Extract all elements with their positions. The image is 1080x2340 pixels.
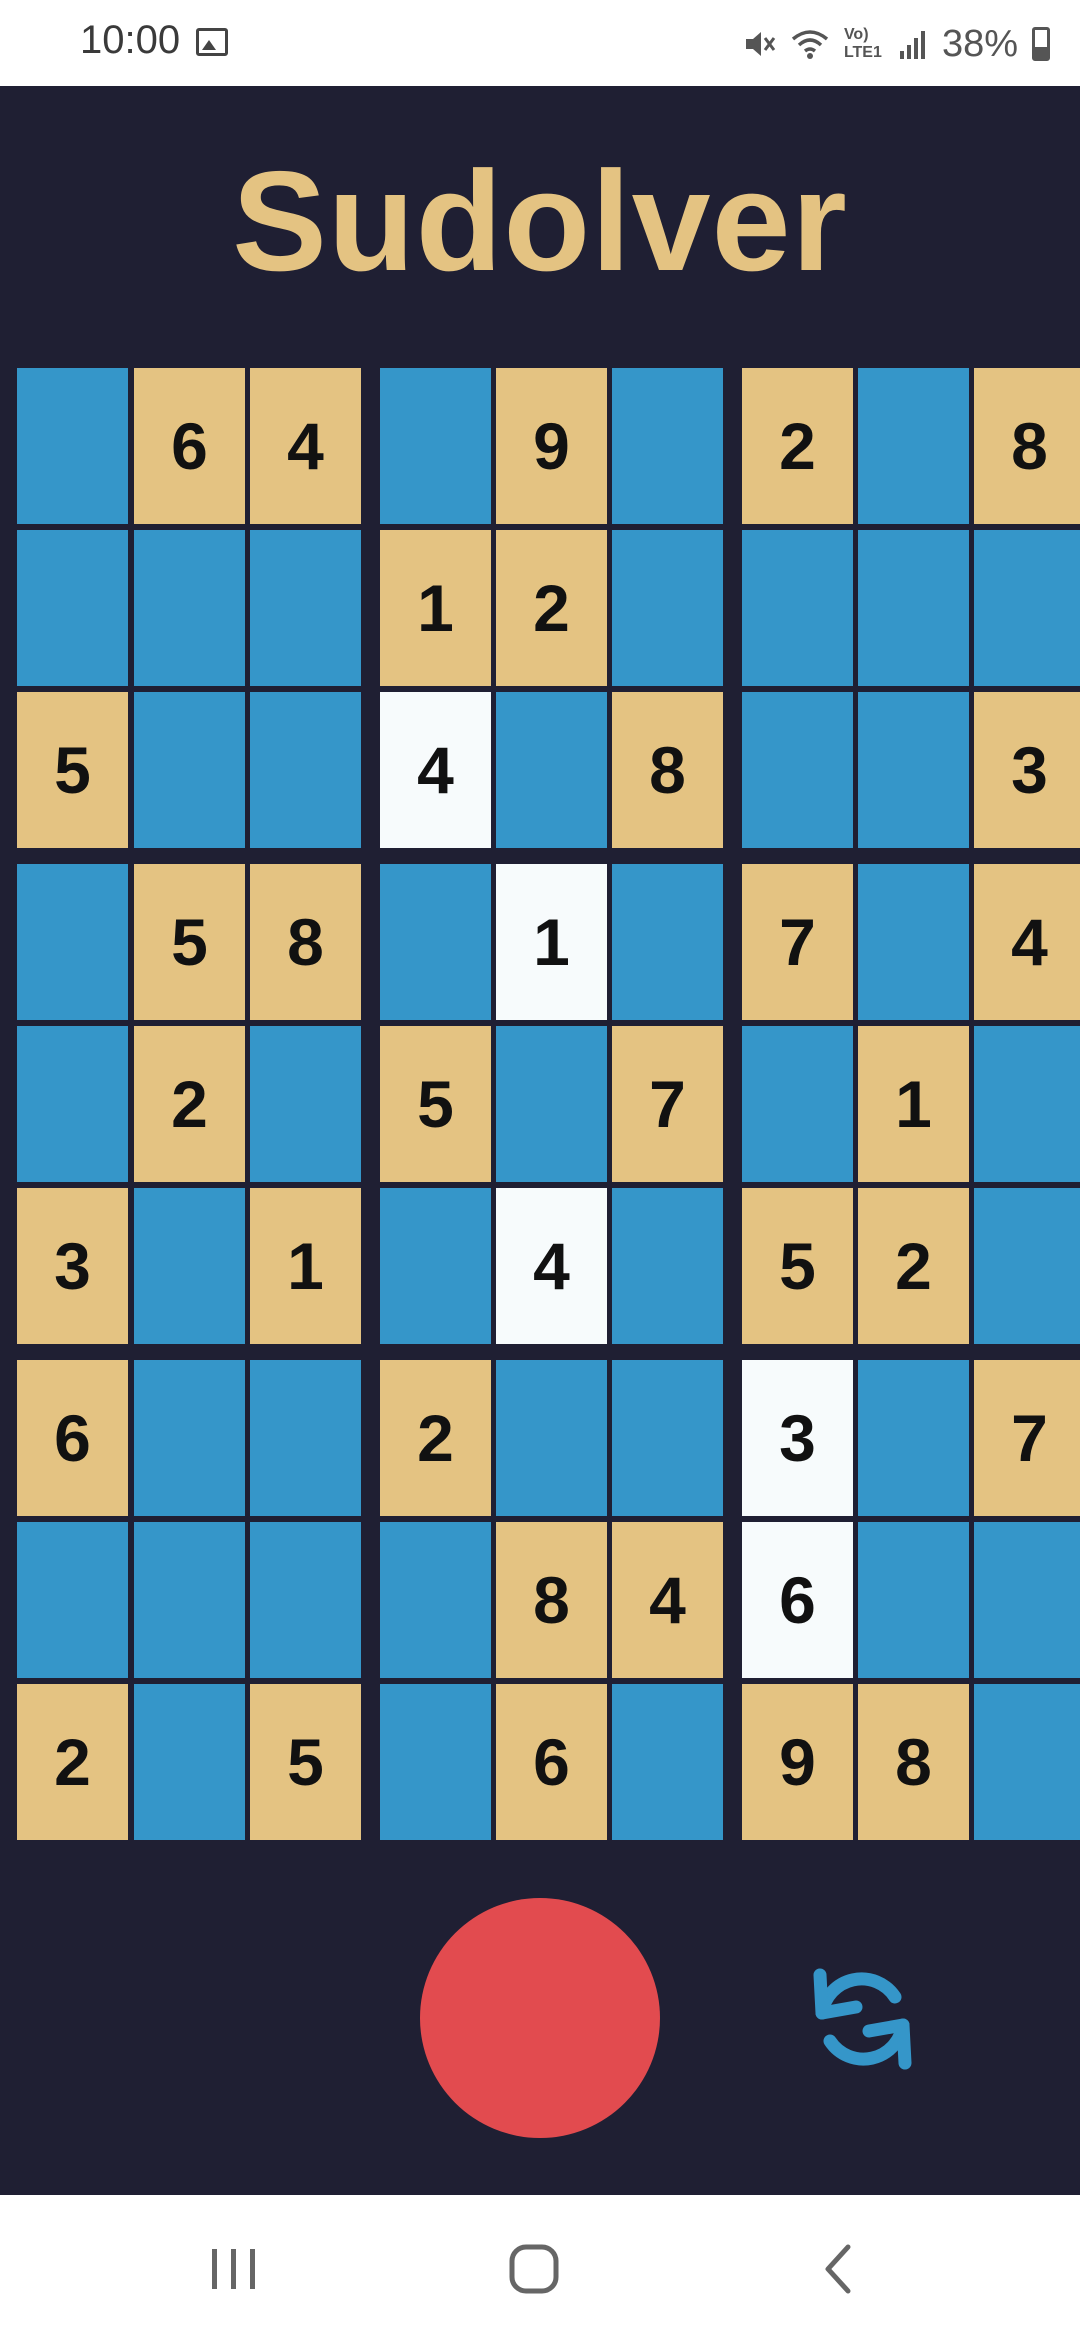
sudoku-cell[interactable] xyxy=(496,1360,607,1516)
sudoku-cell[interactable]: 2 xyxy=(17,1684,128,1840)
sudoku-cell[interactable] xyxy=(496,1026,607,1182)
sudoku-cell[interactable]: 8 xyxy=(496,1522,607,1678)
sudoku-cell[interactable]: 8 xyxy=(858,1684,969,1840)
sudoku-cell[interactable]: 6 xyxy=(496,1684,607,1840)
sudoku-cell[interactable] xyxy=(858,692,969,848)
sudoku-cell[interactable] xyxy=(858,368,969,524)
sudoku-cell[interactable] xyxy=(742,530,853,686)
sudoku-cell[interactable] xyxy=(380,1522,491,1678)
sudoku-cell[interactable]: 2 xyxy=(858,1188,969,1344)
sudoku-cell[interactable]: 2 xyxy=(742,368,853,524)
sudoku-cell[interactable]: 7 xyxy=(742,864,853,1020)
sudoku-cell[interactable] xyxy=(974,1684,1080,1840)
home-button[interactable] xyxy=(496,2235,576,2305)
sudoku-cell[interactable] xyxy=(742,1026,853,1182)
sudoku-cell[interactable] xyxy=(858,1522,969,1678)
sudoku-cell[interactable]: 5 xyxy=(250,1684,361,1840)
sudoku-cell[interactable]: 5 xyxy=(742,1188,853,1344)
sudoku-cell[interactable]: 8 xyxy=(612,692,723,848)
sudoku-cell[interactable]: 1 xyxy=(496,864,607,1020)
sudoku-cell[interactable]: 6 xyxy=(742,1522,853,1678)
sudoku-cell[interactable] xyxy=(134,530,245,686)
sudoku-cell[interactable] xyxy=(612,1360,723,1516)
sudoku-cell[interactable]: 5 xyxy=(380,1026,491,1182)
sudoku-cell[interactable]: 9 xyxy=(496,368,607,524)
sudoku-cell[interactable]: 3 xyxy=(974,692,1080,848)
sudoku-cell[interactable] xyxy=(974,530,1080,686)
recent-apps-icon xyxy=(212,2249,255,2289)
sudoku-cell[interactable] xyxy=(380,1684,491,1840)
sudoku-cell[interactable] xyxy=(17,1026,128,1182)
sudoku-cell[interactable] xyxy=(17,864,128,1020)
sudoku-cell[interactable]: 7 xyxy=(974,1360,1080,1516)
sudoku-cell[interactable] xyxy=(17,368,128,524)
sudoku-cell[interactable] xyxy=(17,1522,128,1678)
sudoku-cell[interactable]: 2 xyxy=(496,530,607,686)
sudoku-cell[interactable]: 6 xyxy=(17,1360,128,1516)
sudoku-cell[interactable] xyxy=(742,692,853,848)
recent-apps-button[interactable] xyxy=(194,2235,274,2305)
sudoku-cell[interactable]: 3 xyxy=(742,1360,853,1516)
sudoku-cell[interactable]: 5 xyxy=(17,692,128,848)
sudoku-cell[interactable] xyxy=(612,864,723,1020)
sudoku-cell[interactable]: 2 xyxy=(134,1026,245,1182)
sudoku-cell[interactable] xyxy=(612,1684,723,1840)
sudoku-cell[interactable]: 9 xyxy=(742,1684,853,1840)
sudoku-cell[interactable] xyxy=(134,1522,245,1678)
navigation-bar xyxy=(0,2195,1080,2340)
sudoku-cell[interactable] xyxy=(250,1522,361,1678)
sudoku-cell[interactable] xyxy=(612,368,723,524)
back-button[interactable] xyxy=(800,2235,880,2305)
sudoku-cell[interactable]: 8 xyxy=(250,864,361,1020)
sudoku-cell[interactable] xyxy=(974,1026,1080,1182)
refresh-icon xyxy=(813,1968,912,2070)
sudoku-cell[interactable]: 1 xyxy=(250,1188,361,1344)
back-icon xyxy=(825,2244,851,2294)
sudoku-cell[interactable] xyxy=(250,1360,361,1516)
sudoku-cell[interactable]: 6 xyxy=(134,368,245,524)
sudoku-cell[interactable] xyxy=(250,1026,361,1182)
sudoku-cell[interactable]: 4 xyxy=(380,692,491,848)
sudoku-cell[interactable] xyxy=(380,1188,491,1344)
sudoku-cell[interactable] xyxy=(974,1522,1080,1678)
sudoku-cell[interactable] xyxy=(17,530,128,686)
sudoku-cell[interactable] xyxy=(858,530,969,686)
sudoku-cell[interactable] xyxy=(612,1188,723,1344)
sudoku-cell[interactable]: 4 xyxy=(496,1188,607,1344)
sudoku-cell[interactable]: 7 xyxy=(612,1026,723,1182)
sudoku-cell[interactable] xyxy=(134,1188,245,1344)
sudoku-cell[interactable] xyxy=(496,692,607,848)
sudoku-cell[interactable]: 4 xyxy=(612,1522,723,1678)
sudoku-cell[interactable] xyxy=(250,530,361,686)
sudoku-cell[interactable]: 8 xyxy=(974,368,1080,524)
sudoku-cell[interactable]: 1 xyxy=(380,530,491,686)
sudoku-cell[interactable] xyxy=(974,1188,1080,1344)
sudoku-cell[interactable] xyxy=(858,864,969,1020)
sudoku-cell[interactable]: 3 xyxy=(17,1188,128,1344)
sudoku-cell[interactable]: 4 xyxy=(974,864,1080,1020)
sudoku-cell[interactable] xyxy=(134,1360,245,1516)
sudoku-cell[interactable]: 5 xyxy=(134,864,245,1020)
sudoku-cell[interactable] xyxy=(134,1684,245,1840)
sudoku-board: 6492812548358174257131452623784625698 xyxy=(0,0,1080,1850)
sudoku-cell[interactable] xyxy=(380,864,491,1020)
refresh-button[interactable] xyxy=(800,1955,925,2080)
sudoku-cell[interactable] xyxy=(612,530,723,686)
home-icon xyxy=(509,2244,559,2294)
sudoku-cell[interactable]: 4 xyxy=(250,368,361,524)
record-button[interactable] xyxy=(420,1898,660,2138)
sudoku-cell[interactable]: 2 xyxy=(380,1360,491,1516)
sudoku-cell[interactable] xyxy=(858,1360,969,1516)
sudoku-cell[interactable] xyxy=(250,692,361,848)
sudoku-cell[interactable]: 1 xyxy=(858,1026,969,1182)
sudoku-cell[interactable] xyxy=(134,692,245,848)
sudoku-cell[interactable] xyxy=(380,368,491,524)
